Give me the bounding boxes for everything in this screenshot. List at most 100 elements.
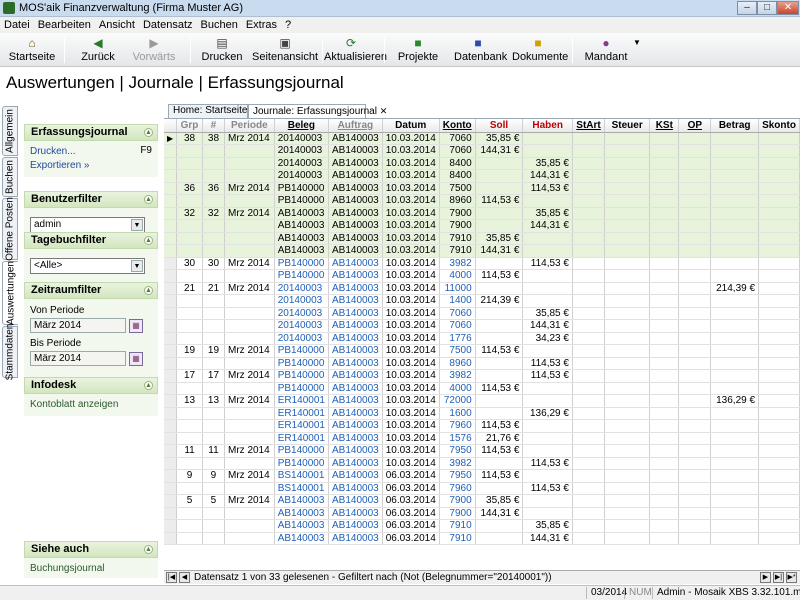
cell-n[interactable] [202,332,226,345]
cell-ind[interactable] [164,344,178,358]
cell-haben[interactable] [522,244,573,258]
cell-op[interactable] [678,307,712,320]
cell-haben[interactable]: 114,53 € [522,257,573,270]
kontoblatt-link[interactable]: Kontoblatt anzeigen [30,399,118,410]
cell-steuer[interactable] [604,519,651,533]
cell-konto[interactable]: 7910 [439,519,476,533]
cell-ind[interactable] [164,144,178,158]
cell-n[interactable] [202,219,226,233]
cell-betrag[interactable] [710,244,760,258]
vtab-buchen[interactable]: Buchen [2,157,18,197]
cell-start[interactable] [572,169,606,183]
cell-steuer[interactable] [604,182,651,195]
cell-start[interactable] [572,532,606,545]
cell-n[interactable] [202,307,226,320]
cell-konto[interactable]: 3982 [439,257,476,270]
cell-kst[interactable] [649,394,680,408]
panel-header-tagebuchfilter[interactable]: Tagebuchfilter ▲ [24,232,158,249]
cell-n[interactable]: 13 [202,394,226,408]
cell-auf[interactable]: AB140003 [328,269,383,283]
cell-betrag[interactable] [710,332,760,345]
cell-auf[interactable]: AB140003 [328,394,383,408]
cell-grp[interactable] [176,457,203,470]
cell-steuer[interactable] [604,332,651,345]
cell-per[interactable]: Mrz 2014 [224,494,275,508]
cell-op[interactable] [678,444,712,458]
cell-dat[interactable]: 10.03.2014 [382,257,440,270]
cell-soll[interactable] [475,319,524,333]
cell-betrag[interactable] [710,219,760,233]
cell-ind[interactable] [164,407,178,420]
col-betrag[interactable]: Betrag [710,119,760,133]
cell-skonto[interactable] [758,457,800,470]
prev-record-button[interactable]: ◀ [179,572,190,583]
cell-grp[interactable] [176,419,203,433]
cell-grp[interactable] [176,144,203,158]
cell-per[interactable] [224,269,275,283]
cell-haben[interactable] [522,444,573,458]
cell-haben[interactable] [522,507,573,520]
cell-kst[interactable] [649,219,680,233]
cell-auf[interactable]: AB140003 [328,319,383,333]
cell-per[interactable] [224,332,275,345]
table-row[interactable]: 5 5 Mrz 2014 AB140003 AB140003 06.03.2014 7900… [164,494,800,508]
cell-steuer[interactable] [604,494,651,508]
col-konto[interactable]: Konto [439,119,476,133]
cell-kst[interactable] [649,294,680,308]
cell-dat[interactable]: 10.03.2014 [382,394,440,408]
cell-skonto[interactable] [758,482,800,495]
cell-beleg[interactable]: AB140003 [274,232,329,245]
cell-grp[interactable] [176,432,203,445]
cell-kst[interactable] [649,532,680,545]
cell-skonto[interactable] [758,244,800,258]
cell-per[interactable] [224,532,275,545]
cell-soll[interactable] [475,307,524,320]
cell-beleg[interactable]: 20140003 [274,157,329,170]
cell-n[interactable]: 38 [202,132,226,145]
cell-kst[interactable] [649,344,680,358]
cell-skonto[interactable] [758,232,800,245]
cell-soll[interactable]: 114,53 € [475,344,524,358]
cell-beleg[interactable]: ER140001 [274,432,329,445]
cell-skonto[interactable] [758,507,800,520]
cell-n[interactable] [202,432,226,445]
cell-n[interactable] [202,382,226,395]
cell-dat[interactable]: 10.03.2014 [382,144,440,158]
cell-skonto[interactable] [758,194,800,208]
cell-soll[interactable] [475,169,524,183]
cell-op[interactable] [678,357,712,370]
cell-betrag[interactable] [710,169,760,183]
startseite-button[interactable]: ⌂ Startseite [6,35,58,65]
cell-grp[interactable]: 19 [176,344,203,358]
cell-start[interactable] [572,194,606,208]
cell-betrag[interactable] [710,232,760,245]
cell-haben[interactable]: 136,29 € [522,407,573,420]
cell-beleg[interactable]: AB140003 [274,244,329,258]
cell-skonto[interactable] [758,494,800,508]
cell-skonto[interactable] [758,407,800,420]
cell-start[interactable] [572,307,606,320]
cell-betrag[interactable] [710,457,760,470]
col-haben[interactable]: Haben [522,119,573,133]
cell-dat[interactable]: 10.03.2014 [382,382,440,395]
cell-ind[interactable] [164,457,178,470]
cell-grp[interactable] [176,169,203,183]
cell-start[interactable] [572,507,606,520]
cell-grp[interactable]: 17 [176,369,203,383]
cell-konto[interactable]: 7900 [439,219,476,233]
cell-op[interactable] [678,244,712,258]
cell-steuer[interactable] [604,269,651,283]
cell-kst[interactable] [649,319,680,333]
cell-steuer[interactable] [604,194,651,208]
cell-ind[interactable] [164,519,178,533]
panel-header-benutzerfilter[interactable]: Benutzerfilter ▲ [24,191,158,208]
col-start[interactable]: StArt [572,119,606,133]
cell-beleg[interactable]: PB140000 [274,344,329,358]
cell-ind[interactable] [164,169,178,183]
cell-auf[interactable]: AB140003 [328,357,383,370]
menu-help[interactable]: ? [281,19,295,31]
cell-op[interactable] [678,457,712,470]
cell-op[interactable] [678,382,712,395]
cell-betrag[interactable]: 136,29 € [710,394,760,408]
cell-haben[interactable] [522,382,573,395]
